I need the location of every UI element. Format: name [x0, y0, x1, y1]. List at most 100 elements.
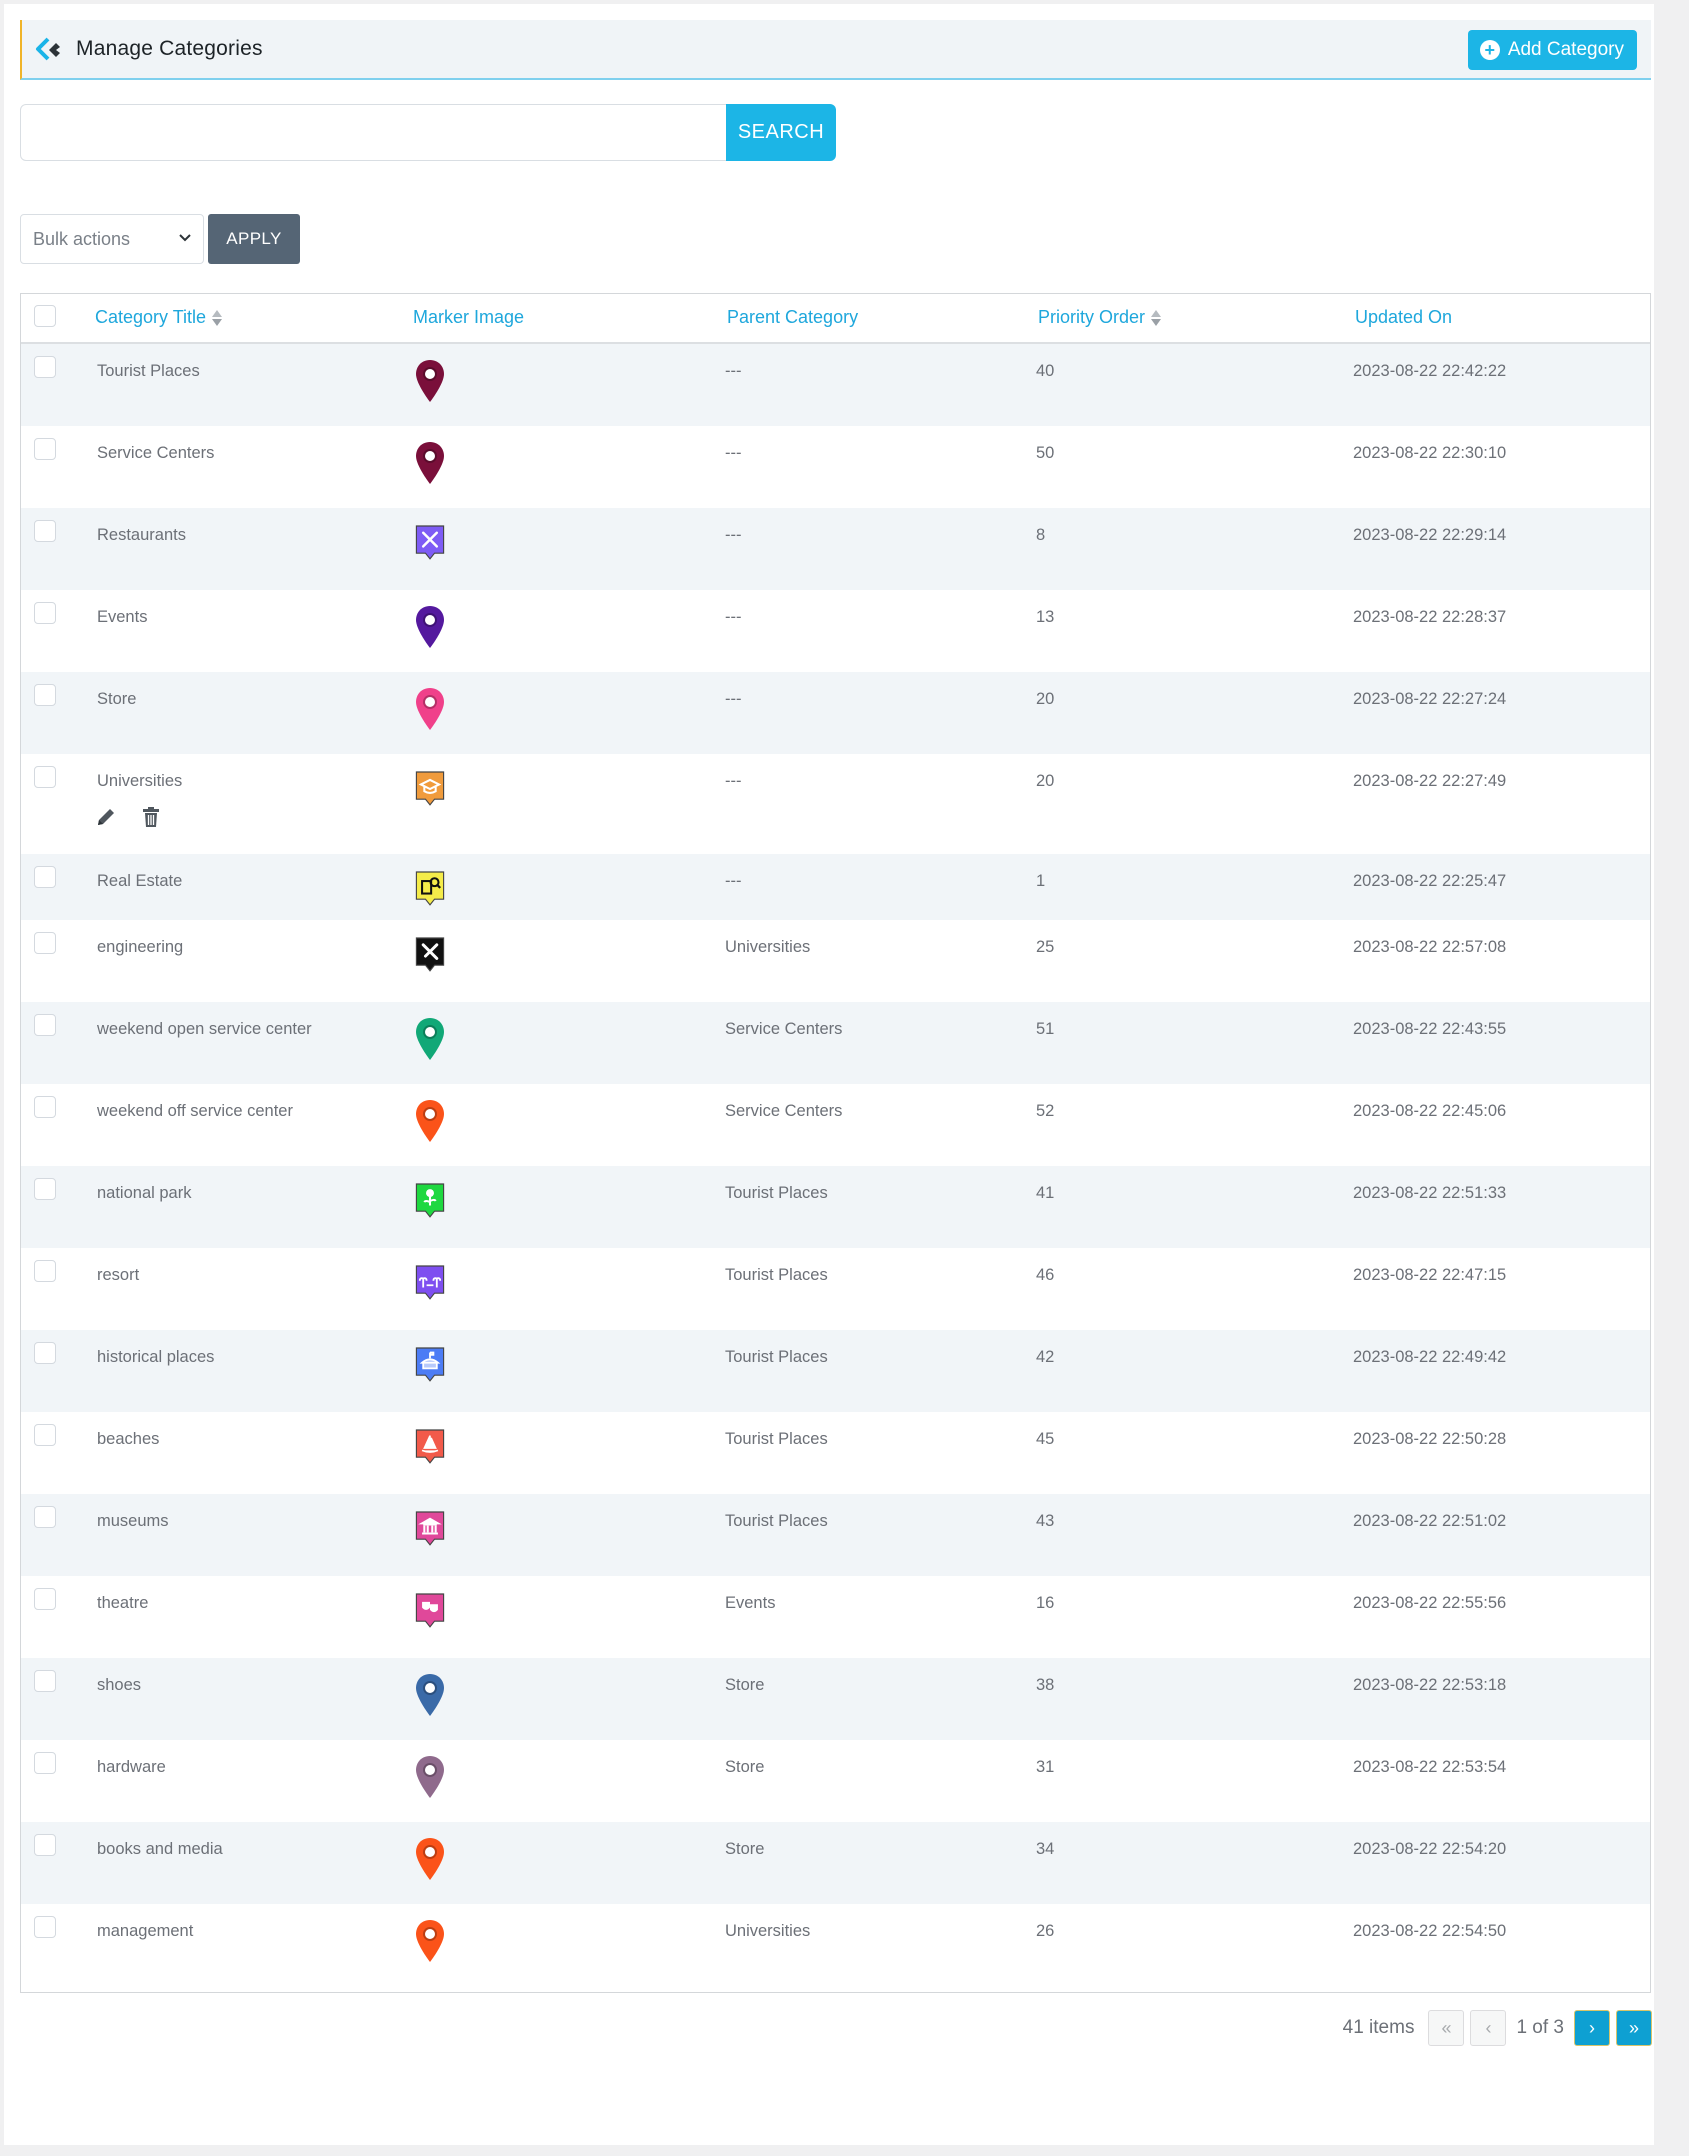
row-checkbox[interactable]	[34, 1260, 56, 1282]
map-pin-icon	[416, 606, 444, 648]
category-title[interactable]: Universities	[97, 772, 182, 791]
map-pin-icon	[416, 1674, 444, 1716]
search-button[interactable]: SEARCH	[726, 104, 836, 161]
updated-on: 2023-08-22 22:49:42	[1353, 1348, 1507, 1366]
row-checkbox[interactable]	[34, 932, 56, 954]
marker-image	[413, 1836, 447, 1887]
row-checkbox[interactable]	[34, 1670, 56, 1692]
marker-image	[413, 358, 447, 409]
table-row: management Universities 26 2023-08-22 22:54…	[21, 1904, 1650, 1986]
delete-trash-icon[interactable]	[141, 806, 161, 828]
row-checkbox[interactable]	[34, 766, 56, 788]
category-title[interactable]: books and media	[97, 1840, 223, 1859]
updated-on: 2023-08-22 22:27:49	[1353, 772, 1507, 790]
priority-order: 42	[1036, 1348, 1055, 1366]
category-title[interactable]: Tourist Places	[97, 362, 200, 381]
category-title[interactable]: management	[97, 1922, 193, 1941]
category-title[interactable]: Service Centers	[97, 444, 214, 463]
updated-on: 2023-08-22 22:55:56	[1353, 1594, 1507, 1612]
map-pin-icon	[416, 442, 444, 484]
parent-category: Tourist Places	[725, 1512, 828, 1530]
map-pin-icon	[416, 1018, 444, 1060]
table-row: Tourist Places --- 40 2023-08-22 22:42:22	[21, 344, 1650, 426]
row-checkbox[interactable]	[34, 1588, 56, 1610]
category-title[interactable]: Real Estate	[97, 872, 182, 891]
apply-button[interactable]: APPLY	[208, 214, 300, 264]
parent-category: Service Centers	[725, 1020, 843, 1038]
category-title[interactable]: Store	[97, 690, 136, 709]
row-checkbox[interactable]	[34, 520, 56, 542]
parent-category: ---	[725, 772, 742, 790]
prev-page-button[interactable]: ‹	[1470, 2010, 1507, 2046]
table-row: Universities --- 20 2023-08-22 22:27:49	[21, 754, 1650, 854]
row-checkbox[interactable]	[34, 1096, 56, 1118]
column-header-priority-order[interactable]: Priority Order	[1038, 307, 1162, 328]
sort-icon[interactable]	[1151, 309, 1162, 326]
row-checkbox[interactable]	[34, 1424, 56, 1446]
row-checkbox[interactable]	[34, 684, 56, 706]
parent-category: Tourist Places	[725, 1266, 828, 1284]
sailboat-icon	[415, 1429, 445, 1464]
table-row: national park Tourist Places 41 2023-08-22 …	[21, 1166, 1650, 1248]
marker-image	[413, 1098, 447, 1149]
table-row: Events --- 13 2023-08-22 22:28:37	[21, 590, 1650, 672]
add-category-button[interactable]: + Add Category	[1467, 30, 1637, 70]
category-title[interactable]: national park	[97, 1184, 191, 1203]
parent-category: Universities	[725, 1922, 811, 1940]
category-title[interactable]: shoes	[97, 1676, 141, 1695]
next-page-button[interactable]: ›	[1574, 2010, 1610, 2046]
marker-image	[413, 1590, 447, 1637]
category-title[interactable]: weekend open service center	[97, 1020, 312, 1039]
category-title[interactable]: resort	[97, 1266, 139, 1285]
category-title[interactable]: weekend off service center	[97, 1102, 293, 1121]
category-title[interactable]: Restaurants	[97, 526, 186, 545]
updated-on: 2023-08-22 22:28:37	[1353, 608, 1507, 626]
marker-image	[413, 604, 447, 655]
table-body: Tourist Places --- 40 2023-08-22 22:42:22 Se…	[21, 344, 1650, 1992]
row-checkbox[interactable]	[34, 1916, 56, 1938]
row-checkbox[interactable]	[34, 602, 56, 624]
priority-order: 34	[1036, 1840, 1055, 1858]
bulk-actions-select[interactable]: Bulk actions	[20, 214, 204, 264]
category-title[interactable]: hardware	[97, 1758, 166, 1777]
category-title[interactable]: engineering	[97, 938, 183, 957]
updated-on: 2023-08-22 22:54:20	[1353, 1840, 1507, 1858]
map-pin-icon	[416, 1920, 444, 1962]
category-title[interactable]: theatre	[97, 1594, 148, 1613]
table-row: beaches Tourist Places 45 2023-08-22 22:50:…	[21, 1412, 1650, 1494]
first-page-button[interactable]: «	[1428, 2010, 1465, 2046]
last-page-button[interactable]: »	[1616, 2010, 1652, 2046]
table-row: engineering Universities 25 2023-08-22 22:5…	[21, 920, 1650, 1002]
marker-image	[413, 1180, 447, 1227]
column-label: Updated On	[1355, 307, 1453, 327]
chevron-down-icon	[179, 234, 191, 242]
graduation-cap-icon	[415, 771, 445, 806]
parent-category: Store	[725, 1840, 765, 1858]
tools-icon	[415, 937, 445, 972]
row-checkbox[interactable]	[34, 1834, 56, 1856]
row-checkbox[interactable]	[34, 438, 56, 460]
row-checkbox[interactable]	[34, 1506, 56, 1528]
column-header-category-title[interactable]: Category Title	[95, 307, 223, 328]
row-checkbox[interactable]	[34, 1014, 56, 1036]
row-checkbox[interactable]	[34, 356, 56, 378]
category-title[interactable]: Events	[97, 608, 147, 627]
row-checkbox[interactable]	[34, 1752, 56, 1774]
table-row: Restaurants --- 8 2023-08-22 22:29:14	[21, 508, 1650, 590]
row-checkbox[interactable]	[34, 1342, 56, 1364]
category-title[interactable]: historical places	[97, 1348, 214, 1367]
row-checkbox[interactable]	[34, 866, 56, 888]
edit-pencil-icon[interactable]	[95, 806, 117, 828]
search-input[interactable]	[20, 104, 732, 161]
category-title[interactable]: museums	[97, 1512, 169, 1531]
select-all-checkbox[interactable]	[34, 305, 56, 327]
priority-order: 1	[1036, 872, 1046, 890]
parent-category: ---	[725, 608, 742, 626]
row-checkbox[interactable]	[34, 1178, 56, 1200]
sort-icon[interactable]	[212, 309, 223, 326]
updated-on: 2023-08-22 22:54:50	[1353, 1922, 1507, 1940]
category-title[interactable]: beaches	[97, 1430, 159, 1449]
marker-image	[413, 868, 447, 915]
parent-category: ---	[725, 690, 742, 708]
map-pin-icon	[416, 1838, 444, 1880]
